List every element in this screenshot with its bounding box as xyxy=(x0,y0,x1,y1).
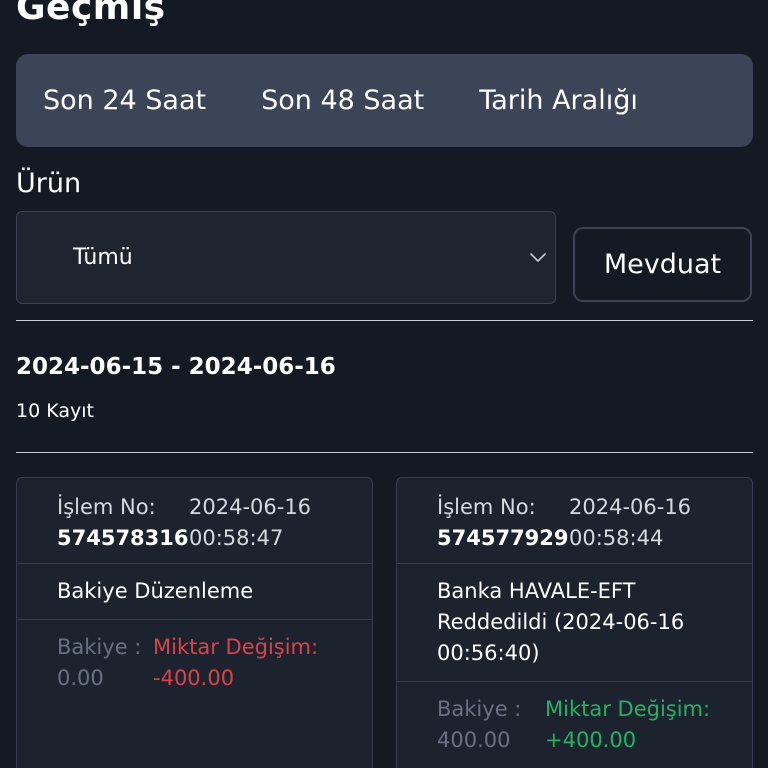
deposit-button[interactable]: Mevduat xyxy=(573,227,752,302)
transaction-footer: Bakiye : 0.00 Miktar Değişim: -400.00 xyxy=(17,620,372,710)
tab-last-48-hours[interactable]: Son 48 Saat xyxy=(261,85,424,116)
balance-label: Bakiye : xyxy=(57,635,142,659)
product-select[interactable]: Tümü xyxy=(16,211,556,304)
date-range-heading: 2024-06-15 - 2024-06-16 xyxy=(16,354,336,380)
chevron-down-icon xyxy=(530,253,546,262)
transaction-id: 574578316 xyxy=(57,526,189,550)
transaction-description: Bakiye Düzenleme xyxy=(17,564,372,620)
transaction-id-label: İşlem No: xyxy=(437,495,536,519)
page-title: Geçmiş xyxy=(16,0,166,28)
balance-value: 400.00 xyxy=(437,728,511,752)
transaction-description: Banka HAVALE-EFT Reddedildi (2024-06-16 … xyxy=(397,564,752,682)
amount-change-value: +400.00 xyxy=(545,728,637,752)
amount-change-label: Miktar Değişim: xyxy=(153,635,319,659)
transaction-header: İşlem No: 574578316 2024-06-16 00:58:47 xyxy=(17,478,372,564)
amount-change-value: -400.00 xyxy=(153,666,235,690)
tab-date-range[interactable]: Tarih Aralığı xyxy=(479,85,638,116)
balance-label: Bakiye : xyxy=(437,697,522,721)
tab-last-24-hours[interactable]: Son 24 Saat xyxy=(43,85,206,116)
transaction-time: 00:58:44 xyxy=(569,526,664,550)
amount-change-label: Miktar Değişim: xyxy=(545,697,711,721)
history-page: Geçmiş Son 24 Saat Son 48 Saat Tarih Ara… xyxy=(0,0,768,768)
transaction-date: 2024-06-16 xyxy=(189,495,312,519)
transaction-card[interactable]: İşlem No: 574577929 2024-06-16 00:58:44 … xyxy=(396,477,753,768)
transaction-header: İşlem No: 574577929 2024-06-16 00:58:44 xyxy=(397,478,752,564)
transaction-id: 574577929 xyxy=(437,526,569,550)
divider xyxy=(16,452,753,453)
transaction-id-label: İşlem No: xyxy=(57,495,156,519)
transaction-time: 00:58:47 xyxy=(189,526,284,550)
transaction-date: 2024-06-16 xyxy=(569,495,692,519)
transaction-card[interactable]: İşlem No: 574578316 2024-06-16 00:58:47 … xyxy=(16,477,373,768)
time-range-tabs: Son 24 Saat Son 48 Saat Tarih Aralığı xyxy=(16,54,753,147)
balance-value: 0.00 xyxy=(57,666,104,690)
divider xyxy=(16,320,753,321)
record-count: 10 Kayıt xyxy=(16,400,94,422)
product-select-value: Tümü xyxy=(73,245,133,270)
transaction-footer: Bakiye : 400.00 Miktar Değişim: +400.00 xyxy=(397,682,752,768)
product-label: Ürün xyxy=(16,168,82,199)
